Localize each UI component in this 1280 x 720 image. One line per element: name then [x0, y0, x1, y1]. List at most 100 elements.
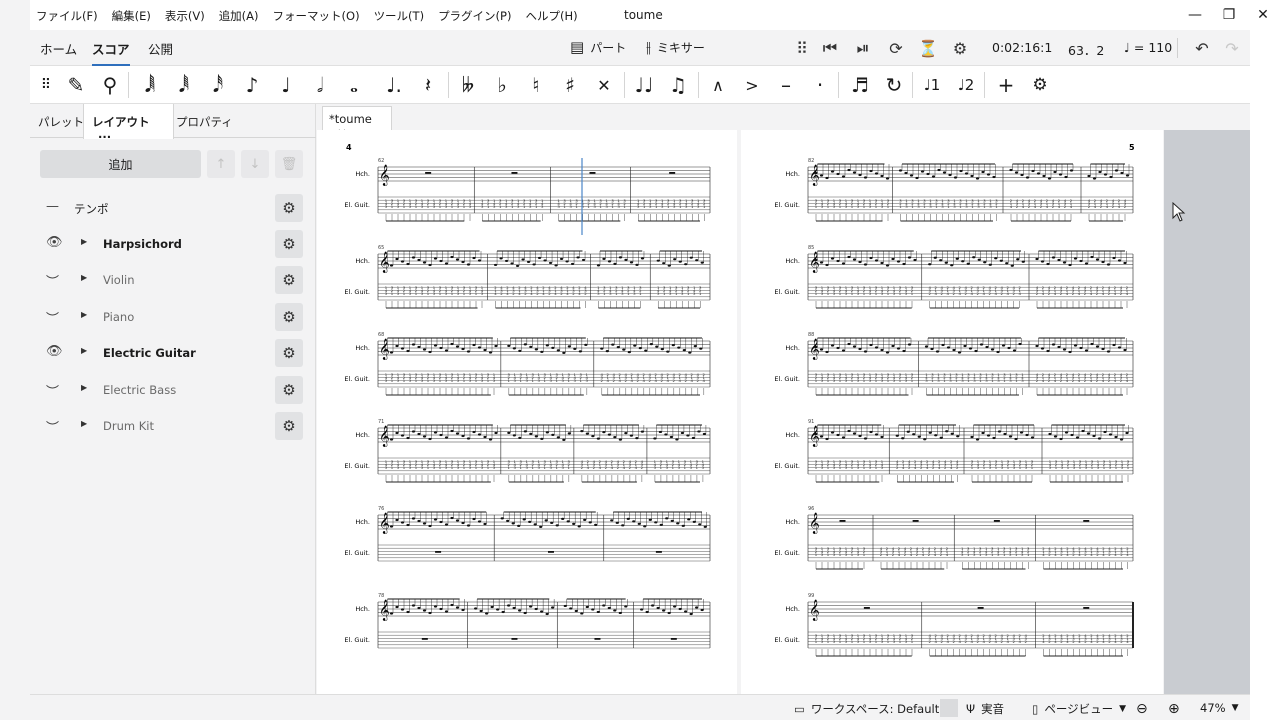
- gear-icon[interactable]: ⚙: [275, 376, 303, 404]
- eye-icon[interactable]: 👁: [46, 235, 63, 250]
- tab-properties[interactable]: プロパティ: [168, 104, 241, 138]
- drag-handle-icon[interactable]: ⠿: [790, 36, 814, 60]
- add-instrument-button[interactable]: 追加: [40, 150, 201, 178]
- layout-item-drum-kit[interactable]: ︶ ▶ Drum Kit ⚙: [30, 409, 316, 445]
- loop-icon[interactable]: ⟳: [884, 36, 908, 60]
- staccato-icon[interactable]: ·: [804, 70, 836, 100]
- eye-closed-icon[interactable]: ︶: [46, 308, 59, 327]
- double-sharp-icon[interactable]: ✕: [588, 70, 620, 100]
- voice-1-icon[interactable]: ♩1: [916, 70, 948, 100]
- menu-tools[interactable]: ツール(T): [374, 8, 425, 24]
- gear-icon[interactable]: ⚙: [275, 339, 303, 367]
- menu-help[interactable]: ヘルプ(H): [525, 8, 577, 24]
- eye-closed-icon[interactable]: ︶: [46, 271, 59, 290]
- layout-item-harpsichord[interactable]: 👁 ▶ Harpsichord ⚙: [30, 227, 316, 263]
- score-page-4[interactable]: 4 62 Hch. 𝄞 El. Guit. 1 4 3 3 2 1 1 4 3 3 2 1 1 4 3 3 2 1 1 4 3 3 2…: [317, 130, 737, 694]
- restore-icon[interactable]: ❐: [1212, 0, 1246, 30]
- document-tab[interactable]: *toume ✕: [322, 106, 392, 140]
- tab-publish[interactable]: 公開: [148, 30, 173, 66]
- gear-icon[interactable]: ⚙: [275, 266, 303, 294]
- note-head: [450, 603, 454, 607]
- duration-16th-icon[interactable]: 𝅘𝅥𝅰: [202, 70, 234, 100]
- playback-settings-icon[interactable]: ⚙: [948, 36, 972, 60]
- accent-icon[interactable]: >: [736, 70, 768, 100]
- play-icon[interactable]: ⏯: [851, 36, 875, 60]
- menu-file[interactable]: ファイル(F): [36, 8, 98, 24]
- eye-closed-icon[interactable]: ︶: [46, 417, 59, 436]
- note-input-mode-icon[interactable]: ⚲: [94, 70, 126, 100]
- redo-icon[interactable]: ↷: [1220, 36, 1244, 60]
- expand-arrow-icon[interactable]: ▶: [81, 383, 87, 392]
- eye-closed-icon[interactable]: ︶: [46, 381, 59, 400]
- move-up-icon[interactable]: ↑: [207, 150, 235, 178]
- menu-format[interactable]: フォーマット(O): [273, 8, 360, 24]
- rewind-icon[interactable]: ⏮: [818, 36, 842, 60]
- menu-view[interactable]: 表示(V): [165, 8, 205, 24]
- menu-plugins[interactable]: プラグイン(P): [438, 8, 511, 24]
- natural-icon[interactable]: ♮: [520, 70, 552, 100]
- toolbar-divider: [1177, 38, 1178, 58]
- drag-handle-icon[interactable]: ⠿: [30, 70, 62, 100]
- augmentation-dot-icon[interactable]: ♩.: [378, 70, 410, 100]
- delete-icon[interactable]: 🗑: [275, 150, 303, 178]
- expand-arrow-icon[interactable]: ▶: [81, 273, 87, 282]
- rest-icon[interactable]: 𝄽: [412, 70, 444, 100]
- menu-edit[interactable]: 編集(E): [112, 8, 151, 24]
- tenuto-icon[interactable]: –: [770, 70, 802, 100]
- flip-direction-icon[interactable]: ↻: [878, 70, 910, 100]
- sharp-icon[interactable]: ♯: [554, 70, 586, 100]
- move-down-icon[interactable]: ↓: [241, 150, 269, 178]
- close-window-icon[interactable]: ✕: [1246, 0, 1280, 30]
- zoom-in-icon[interactable]: ⊕: [1168, 701, 1180, 717]
- duration-whole-icon[interactable]: 𝅝: [338, 70, 370, 100]
- undo-icon[interactable]: ↶: [1190, 36, 1214, 60]
- layout-item-piano[interactable]: ︶ ▶ Piano ⚙: [30, 300, 316, 336]
- score-page-5[interactable]: 5 82 Hch. 𝄞 El. Guit. 3 2 1 1 4 3 3 2 1 1 4 3 3 2 1 1 4 3 3 2 1 1 4…: [741, 130, 1163, 694]
- tab-layout[interactable]: レイアウト ···: [83, 104, 174, 144]
- expand-arrow-icon[interactable]: ▶: [81, 419, 87, 428]
- expand-arrow-icon[interactable]: ▶: [81, 310, 87, 319]
- layout-item-violin[interactable]: ︶ ▶ Violin ⚙: [30, 263, 316, 299]
- add-icon[interactable]: +: [990, 70, 1022, 100]
- menu-add[interactable]: 追加(A): [219, 8, 259, 24]
- duration-64th-icon[interactable]: 𝅘𝅥𝅲: [134, 70, 166, 100]
- layout-item-electric-bass[interactable]: ︶ ▶ Electric Bass ⚙: [30, 373, 316, 409]
- tuplet-icon[interactable]: ♬: [844, 70, 876, 100]
- layout-item-tempo[interactable]: — テンポ ⚙: [30, 191, 316, 227]
- tab-score[interactable]: スコア: [92, 30, 130, 66]
- zoom-selector[interactable]: 47% ▼: [1200, 701, 1238, 715]
- voice-2-icon[interactable]: ♩2: [950, 70, 982, 100]
- toggle-box[interactable]: [940, 699, 958, 717]
- more-options-icon[interactable]: ···: [98, 130, 111, 144]
- gear-icon[interactable]: ⚙: [275, 412, 303, 440]
- gear-icon[interactable]: ⚙: [275, 303, 303, 331]
- note-head: [618, 438, 622, 441]
- marcato-icon[interactable]: ∧: [702, 70, 734, 100]
- expand-arrow-icon[interactable]: ▶: [81, 237, 87, 246]
- duration-quarter-icon[interactable]: ♩: [270, 70, 302, 100]
- double-flat-icon[interactable]: 𝄫: [452, 70, 484, 100]
- tie-icon[interactable]: ♩♩: [628, 70, 660, 100]
- gear-icon[interactable]: ⚙: [275, 194, 303, 222]
- tab-home[interactable]: ホーム: [40, 30, 77, 66]
- duration-32nd-icon[interactable]: 𝅘𝅥𝅱: [168, 70, 200, 100]
- parts-button[interactable]: ▤ パート: [570, 38, 626, 56]
- concert-pitch-toggle[interactable]: Ψ 実音: [966, 701, 1004, 717]
- duration-eighth-icon[interactable]: ♪: [236, 70, 268, 100]
- eye-icon[interactable]: 👁: [46, 344, 63, 359]
- note-head: [1103, 173, 1108, 176]
- zoom-out-icon[interactable]: ⊖: [1136, 701, 1148, 717]
- customize-toolbar-icon[interactable]: ⚙: [1024, 70, 1056, 100]
- workspace-selector[interactable]: ▭ ワークスペース: Default: [794, 701, 939, 717]
- metronome-icon[interactable]: ⏳: [916, 36, 940, 60]
- pencil-icon[interactable]: ✎: [60, 70, 92, 100]
- minimize-icon[interactable]: —: [1178, 0, 1212, 30]
- layout-item-electric-guitar[interactable]: 👁 ▶ Electric Guitar ⚙: [30, 336, 316, 372]
- view-mode-selector[interactable]: ▯ ページビュー ▼: [1032, 701, 1126, 717]
- gear-icon[interactable]: ⚙: [275, 230, 303, 258]
- flat-icon[interactable]: ♭: [486, 70, 518, 100]
- slur-icon[interactable]: ♫: [662, 70, 694, 100]
- mixer-button[interactable]: ⫲ ミキサー: [646, 38, 705, 56]
- expand-arrow-icon[interactable]: ▶: [81, 346, 87, 355]
- duration-half-icon[interactable]: 𝅗𝅥: [304, 70, 336, 100]
